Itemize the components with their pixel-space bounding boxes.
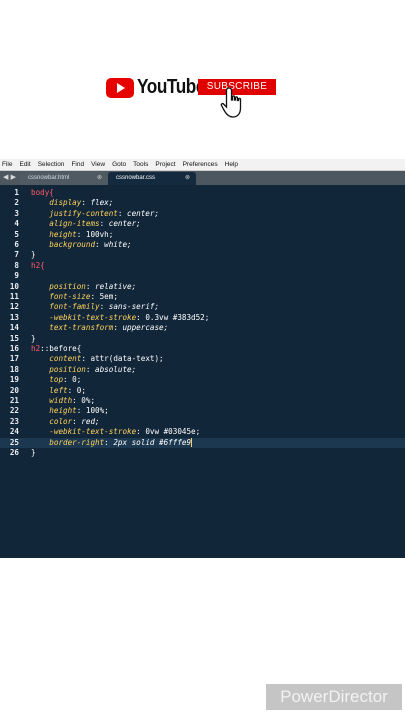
code-line: 4 align-items: center; bbox=[14, 219, 141, 229]
code-line: 14 text-transform: uppercase; bbox=[9, 323, 169, 333]
tab-nav-arrows-icon[interactable]: ◀ ▶ bbox=[3, 173, 16, 181]
brace-token: } bbox=[31, 448, 36, 457]
powerdirector-watermark: PowerDirector bbox=[266, 684, 402, 710]
code-line: 6 background: white; bbox=[14, 240, 132, 249]
text-caret bbox=[191, 438, 193, 448]
property-token: -webkit-text-stroke bbox=[49, 427, 137, 437]
code-line: 11 font-size: 5em; bbox=[9, 292, 118, 301]
value-token: 0.3vw #383d52; bbox=[140, 312, 210, 322]
code-line: 9 bbox=[14, 271, 19, 281]
property-token: top bbox=[49, 375, 64, 385]
menu-goto[interactable]: Goto bbox=[112, 161, 126, 168]
code-line-active: 25 border-right: 2px solid #6fffe9 bbox=[0, 437, 405, 448]
property-token: height bbox=[49, 406, 77, 416]
menu-tools[interactable]: Tools bbox=[133, 161, 148, 168]
brace-token: } bbox=[31, 333, 36, 343]
code-line: 7} bbox=[14, 250, 36, 260]
value-token: 2px solid #6fffe9 bbox=[108, 437, 192, 447]
selector-token: body{ bbox=[31, 188, 54, 197]
property-token: position bbox=[49, 364, 86, 374]
property-token: position bbox=[49, 281, 86, 291]
code-line: 18 position: absolute; bbox=[9, 364, 137, 374]
menu-selection[interactable]: Selection bbox=[38, 161, 65, 168]
property-token: font-family bbox=[49, 302, 100, 312]
youtube-play-icon bbox=[106, 77, 134, 98]
property-token: justify-content bbox=[49, 208, 118, 218]
value-token: 0vw #03045e; bbox=[140, 427, 201, 437]
value-token: 0; bbox=[72, 385, 86, 395]
menu-bar: File Edit Selection Find View Goto Tools… bbox=[0, 159, 405, 171]
property-token: content bbox=[49, 354, 82, 364]
code-line: 3 justify-content: center; bbox=[14, 208, 160, 218]
code-line: 8 h2{ bbox=[14, 260, 45, 270]
value-token: red; bbox=[76, 416, 100, 426]
code-line: 19 top: 0; bbox=[9, 375, 82, 385]
hand-cursor-icon bbox=[220, 87, 242, 118]
property-token: width bbox=[49, 396, 73, 405]
value-token: center; bbox=[104, 219, 141, 229]
code-line: 22 height: 100%; bbox=[9, 406, 109, 416]
menu-find[interactable]: Find bbox=[71, 161, 84, 168]
code-line: 15} bbox=[9, 333, 36, 343]
property-token: left bbox=[49, 385, 68, 395]
value-token: 100%; bbox=[81, 406, 109, 416]
value-token: relative; bbox=[90, 281, 137, 291]
code-line: 13 -webkit-text-stroke: 0.3vw #383d52; bbox=[9, 312, 210, 322]
property-token: border-right bbox=[49, 437, 105, 447]
close-tab-icon[interactable]: ⊗ bbox=[185, 172, 190, 184]
menu-file[interactable]: File bbox=[2, 161, 12, 168]
value-token: sans-serif; bbox=[104, 302, 160, 312]
code-line: 12 font-family: sans-serif; bbox=[9, 302, 160, 312]
code-line: 17 content: attr(data-text); bbox=[9, 354, 164, 364]
code-line: 21 width: 0%; bbox=[9, 396, 96, 405]
code-line: 20 left: 0; bbox=[9, 385, 86, 395]
menu-preferences[interactable]: Preferences bbox=[183, 161, 218, 168]
brace-token: } bbox=[31, 250, 36, 260]
code-line: 5 height: 100vh; bbox=[14, 229, 114, 239]
selector-token: h2{ bbox=[31, 260, 45, 270]
value-token: absolute; bbox=[90, 364, 137, 374]
value-token: center; bbox=[122, 208, 160, 218]
value-token: white; bbox=[99, 240, 132, 249]
property-token: height bbox=[49, 229, 77, 239]
property-token: background bbox=[49, 240, 96, 249]
value-token: 0%; bbox=[76, 396, 96, 405]
menu-help[interactable]: Help bbox=[225, 161, 238, 168]
code-line: 2 display: flex; bbox=[14, 198, 114, 208]
value-token: 0; bbox=[67, 375, 82, 385]
value-token: flex; bbox=[85, 198, 114, 208]
tab-bar: ◀ ▶ cssnowbar.html ⊗ cssnowbar.css ⊗ bbox=[0, 171, 405, 185]
property-token: text-transform bbox=[49, 323, 114, 333]
property-token: font-size bbox=[49, 292, 91, 301]
youtube-wordmark: YouTube bbox=[137, 76, 206, 98]
property-token: display bbox=[49, 198, 82, 208]
close-tab-icon[interactable]: ⊗ bbox=[97, 172, 102, 184]
code-line: 26} bbox=[9, 448, 36, 457]
menu-edit[interactable]: Edit bbox=[19, 161, 30, 168]
value-token: attr(data-text); bbox=[85, 354, 164, 364]
code-line: 23 color: red; bbox=[9, 416, 100, 426]
code-line: 16 h2::before{ bbox=[9, 344, 82, 353]
tab-cssnowbar-html[interactable]: cssnowbar.html ⊗ bbox=[20, 172, 108, 185]
selector-token: h2 bbox=[31, 344, 41, 353]
value-token: 5em; bbox=[95, 292, 118, 301]
menu-project[interactable]: Project bbox=[155, 161, 175, 168]
menu-view[interactable]: View bbox=[91, 161, 105, 168]
tab-label: cssnowbar.html bbox=[28, 175, 70, 181]
property-token: color bbox=[49, 416, 73, 426]
tab-cssnowbar-css[interactable]: cssnowbar.css ⊗ bbox=[108, 172, 196, 185]
value-token: 100vh; bbox=[81, 229, 114, 239]
code-line: 10 position: relative; bbox=[9, 281, 137, 291]
property-token: -webkit-text-stroke bbox=[49, 312, 137, 322]
value-token: uppercase; bbox=[117, 323, 169, 333]
code-line: 1 body{ bbox=[14, 188, 54, 197]
tab-label: cssnowbar.css bbox=[116, 175, 156, 181]
code-editor[interactable]: 1 body{ 2 display: flex; 3 justify-conten… bbox=[0, 185, 405, 558]
pseudo-element-token: ::before{ bbox=[40, 344, 82, 353]
property-token: align-items bbox=[49, 219, 100, 229]
code-line: 24 -webkit-text-stroke: 0vw #03045e; bbox=[9, 427, 201, 437]
